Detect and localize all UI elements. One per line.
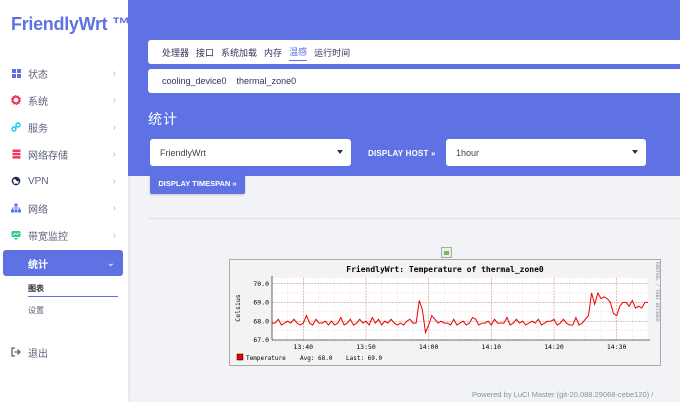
legend-name: Temperature [246,355,286,362]
monitor-icon [11,230,21,240]
y-tick-label: 70.0 [253,280,269,288]
chevron-right-icon: › [112,229,116,241]
tab-interfaces[interactable]: 接口 [196,44,214,61]
chevron-down-icon: ⌄ [106,257,115,269]
x-tick-label: 13:40 [294,343,314,351]
tab-thermal[interactable]: 温感 [289,43,308,61]
display-timespan-button[interactable]: DISPLAY TIMESPAN » [150,172,245,194]
sub-tabs: cooling_device0 thermal_zone0 [148,69,680,93]
graph-ylabel: Celsius [234,294,242,321]
broken-image-icon [441,247,452,258]
sidebar-item-network[interactable]: 网络 › [0,196,128,220]
globe-icon [11,176,21,186]
display-host-button[interactable]: DISPLAY HOST » [368,149,436,158]
tab-processor[interactable]: 处理器 [162,44,189,61]
chevron-right-icon: › [112,148,116,160]
sidebar-item-label: 统计 [28,259,48,271]
tab-system-load[interactable]: 系统加载 [221,44,257,61]
sidebar-item-label: 退出 [28,348,48,360]
divider [148,218,680,219]
sidebar-item-status[interactable]: 状态 › [0,61,128,85]
sidebar-item-label: 状态 [28,69,48,81]
sidebar-item-nas[interactable]: 网络存储 › [0,142,128,166]
sidebar: FriendlyWrt ™ 状态 › 系统 › 服务 › 网络存储 › VPN … [0,0,130,402]
y-tick-label: 69.0 [253,299,269,307]
sidebar-item-statistics[interactable]: 统计 ⌄ [3,250,123,276]
footer: Powered by LuCI Master (git-20.088.29068… [472,390,654,399]
sidebar-item-label: VPN [28,175,49,187]
y-tick-label: 67.0 [253,336,269,344]
chevron-right-icon: › [112,121,116,133]
gear-icon [11,95,21,105]
main-tabs: 处理器 接口 系统加载 内存 温感 运行时间 [148,40,680,64]
network-icon [11,203,21,213]
host-select[interactable]: FriendlyWrt [150,139,351,166]
legend-last: Last: 69.0 [346,355,383,362]
sidebar-item-services[interactable]: 服务 › [0,115,128,139]
subnav-item-graphs[interactable]: 图表 [28,283,44,294]
host-select-value: FriendlyWrt [160,147,206,158]
y-tick-label: 68.0 [253,317,269,325]
logout-icon [11,347,21,357]
timespan-select-value: 1hour [456,147,480,158]
timespan-select[interactable]: 1hour [446,139,646,166]
subtab-cooling-device0[interactable]: cooling_device0 [162,76,227,86]
page: FriendlyWrt ™ 状态 › 系统 › 服务 › 网络存储 › VPN … [0,0,680,402]
caret-down-icon [337,150,343,154]
database-icon [11,149,21,159]
active-subnav-indicator [28,296,118,297]
brand-logo[interactable]: FriendlyWrt ™ [11,14,130,35]
tab-uptime[interactable]: 运行时间 [314,44,350,61]
chevron-right-icon: › [112,94,116,106]
x-tick-label: 14:20 [544,343,564,351]
caret-down-icon [632,150,638,154]
sidebar-item-label: 带宽监控 [28,231,68,243]
sidebar-item-logout[interactable]: 退出 [0,340,128,364]
chevron-right-icon: › [112,202,116,214]
sidebar-item-bandwidth-monitor[interactable]: 带宽监控 › [0,223,128,247]
chevron-right-icon: › [112,67,116,79]
sidebar-item-label: 网络存储 [28,150,68,162]
subnav-item-settings[interactable]: 设置 [28,305,44,316]
sidebar-item-label: 网络 [28,204,48,216]
graph-canvas: FriendlyWrt: Temperature of thermal_zone… [234,262,660,362]
dashboard-icon [11,68,21,78]
x-tick-label: 14:10 [482,343,502,351]
x-tick-label: 13:50 [356,343,376,351]
graph-title: FriendlyWrt: Temperature of thermal_zone… [346,264,544,274]
page-title: 统计 [148,111,178,127]
sidebar-item-system[interactable]: 系统 › [0,88,128,112]
sidebar-item-label: 系统 [28,96,48,108]
legend-avg: Avg: 68.0 [300,355,333,362]
sidebar-item-vpn[interactable]: VPN › [0,169,128,193]
tab-memory[interactable]: 内存 [264,44,282,61]
graph-side-label: RRDTOOL / TOBI OETIKER [654,262,660,322]
legend-swatch [236,353,244,361]
sidebar-item-label: 服务 [28,123,48,135]
link-icon [11,122,21,132]
temperature-graph: FriendlyWrt: Temperature of thermal_zone… [229,259,661,366]
x-tick-label: 14:30 [607,343,627,351]
x-tick-label: 14:00 [419,343,439,351]
chevron-right-icon: › [112,175,116,187]
subtab-thermal-zone0[interactable]: thermal_zone0 [237,76,297,86]
